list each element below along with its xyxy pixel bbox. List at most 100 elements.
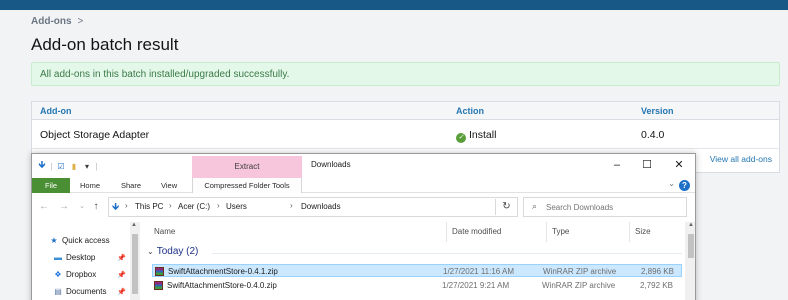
file-row[interactable]: SwiftAttachmentStore-0.4.0.zip 1/27/2021… (152, 279, 682, 292)
chevron-down-icon[interactable]: ⌄ (147, 247, 154, 256)
file-size: 2,792 KB (640, 281, 673, 290)
forward-arrow-icon[interactable]: → (58, 200, 70, 214)
file-name: SwiftAttachmentStore-0.4.0.zip (167, 281, 277, 290)
action-label: Install (469, 129, 497, 141)
file-name: SwiftAttachmentStore-0.4.1.zip (168, 267, 278, 276)
nav-desktop[interactable]: ▬ Desktop (52, 251, 95, 265)
desktop-icon: ▬ (54, 253, 62, 262)
file-list-scrollbar[interactable]: ▲ (685, 222, 695, 300)
tab-view[interactable]: View (161, 178, 177, 193)
group-divider (212, 253, 682, 254)
new-folder-icon[interactable]: ▮ (69, 160, 79, 172)
customize-qat-icon[interactable]: ▾ (82, 160, 92, 172)
table-header: Add-on Action Version (32, 102, 779, 120)
check-circle-icon: ✓ (456, 133, 466, 143)
close-icon[interactable]: ✕ (670, 157, 688, 173)
column-header-size[interactable]: Size (635, 222, 651, 242)
tab-share[interactable]: Share (121, 178, 141, 193)
star-icon: ★ (50, 236, 58, 245)
nav-quick-access[interactable]: ★ Quick access (48, 234, 110, 248)
scroll-up-icon[interactable]: ▲ (688, 222, 694, 228)
file-row[interactable]: SwiftAttachmentStore-0.4.1.zip 1/27/2021… (152, 264, 682, 277)
search-icon: ⌕ (532, 201, 538, 211)
address-crumb-users[interactable]: Users (226, 202, 247, 211)
explorer-titlebar: 🡻 | ☑ ▮ ▾ | Extract Downloads – ☐ ✕ (32, 154, 695, 178)
scroll-up-icon[interactable]: ▲ (131, 222, 137, 228)
chevron-right-icon[interactable]: › (290, 201, 293, 210)
downloads-folder-icon: 🡻 (112, 202, 120, 213)
file-date: 1/27/2021 11:16 AM (443, 267, 515, 276)
tab-file[interactable]: File (32, 178, 70, 193)
table-row: Object Storage Adapter ✓ Install 0.4.0 (32, 121, 779, 149)
address-row: ← → ⌄ ↑ 🡻 › This PC › Acer (C:) › Users … (32, 194, 695, 222)
winrar-zip-icon (155, 267, 164, 276)
recent-locations-icon[interactable]: ⌄ (76, 200, 88, 214)
breadcrumb: Add-ons > (31, 16, 83, 27)
column-header-addon: Add-on (40, 106, 72, 116)
file-list: Name Date modified Type Size ⌄ Today (2) … (142, 222, 695, 300)
window-title: Downloads (311, 160, 351, 169)
scrollbar-thumb[interactable] (132, 234, 138, 294)
scrollbar-thumb[interactable] (688, 234, 694, 258)
file-date: 1/27/2021 9:21 AM (442, 281, 510, 290)
nav-documents-label: Documents (66, 287, 107, 296)
tab-home[interactable]: Home (80, 178, 100, 193)
top-navigation-bar (0, 0, 788, 10)
maximize-icon[interactable]: ☐ (638, 157, 656, 173)
addon-name-cell: Object Storage Adapter (40, 129, 150, 141)
dropbox-icon: ❖ (54, 270, 62, 279)
nav-documents[interactable]: ▤ Documents (52, 285, 106, 299)
chevron-right-icon[interactable]: › (217, 201, 220, 210)
expand-ribbon-icon[interactable]: ⌄ (668, 179, 675, 188)
extract-contextual-tab[interactable]: Extract (192, 156, 302, 178)
chevron-right-icon[interactable]: › (125, 201, 128, 210)
nav-dropbox[interactable]: ❖ Dropbox (52, 268, 96, 282)
nav-dropbox-label: Dropbox (66, 270, 97, 279)
file-type: WinRAR ZIP archive (543, 267, 617, 276)
address-crumb-drive[interactable]: Acer (C:) (178, 202, 210, 211)
refresh-icon[interactable]: ↻ (495, 199, 517, 215)
column-separator[interactable] (629, 222, 630, 242)
group-header-today[interactable]: ⌄ Today (2) (147, 246, 198, 257)
tab-compressed-folder-tools[interactable]: Compressed Folder Tools (192, 178, 302, 193)
column-header-version: Version (641, 106, 674, 116)
group-label: Today (2) (156, 246, 199, 257)
column-header-action: Action (456, 106, 484, 116)
back-arrow-icon[interactable]: ← (38, 200, 50, 214)
success-message: All add-ons in this batch installed/upgr… (31, 62, 780, 86)
column-header-type[interactable]: Type (552, 222, 569, 242)
version-cell: 0.4.0 (641, 129, 665, 141)
properties-icon[interactable]: ☑ (56, 160, 66, 172)
address-crumb-downloads[interactable]: Downloads (301, 202, 341, 211)
up-arrow-icon[interactable]: ↑ (90, 200, 102, 214)
file-type: WinRAR ZIP archive (542, 281, 616, 290)
pin-icon[interactable]: 📌 (117, 288, 126, 296)
chevron-right-icon[interactable]: › (169, 201, 172, 210)
search-input[interactable] (546, 200, 676, 214)
pin-icon[interactable]: 📌 (117, 271, 126, 279)
navigation-scrollbar[interactable]: ▲ (130, 222, 140, 300)
separator-icon: | (95, 161, 98, 171)
breadcrumb-addons-link[interactable]: Add-ons (31, 16, 72, 27)
ribbon-tabs: File Home Share View Compressed Folder T… (32, 178, 695, 193)
nav-quick-access-label: Quick access (62, 236, 110, 245)
column-separator[interactable] (446, 222, 447, 242)
column-header-name[interactable]: Name (154, 222, 175, 242)
search-box[interactable]: ⌕ (523, 197, 687, 217)
separator-icon: | (50, 161, 53, 171)
pin-icon[interactable]: 📌 (117, 254, 126, 262)
documents-icon: ▤ (54, 287, 62, 296)
help-icon[interactable]: ? (679, 180, 690, 191)
address-crumb-this-pc[interactable]: This PC (135, 202, 163, 211)
view-all-addons-link[interactable]: View all add-ons (710, 154, 772, 164)
folder-arrow-icon[interactable]: 🡻 (37, 160, 47, 172)
address-bar[interactable]: 🡻 › This PC › Acer (C:) › Users › Downlo… (108, 197, 565, 217)
column-separator[interactable] (546, 222, 547, 242)
file-explorer-window: 🡻 | ☑ ▮ ▾ | Extract Downloads – ☐ ✕ File… (31, 153, 696, 300)
action-cell: ✓ Install (456, 129, 496, 143)
page-title: Add-on batch result (31, 35, 179, 54)
navigation-pane: ★ Quick access ▬ Desktop 📌 ❖ Dropbox 📌 ▤ Doc… (32, 222, 140, 300)
minimize-icon[interactable]: – (608, 157, 626, 173)
column-header-date-modified[interactable]: Date modified (452, 222, 501, 242)
quick-access-toolbar: 🡻 | ☑ ▮ ▾ | (37, 159, 98, 173)
